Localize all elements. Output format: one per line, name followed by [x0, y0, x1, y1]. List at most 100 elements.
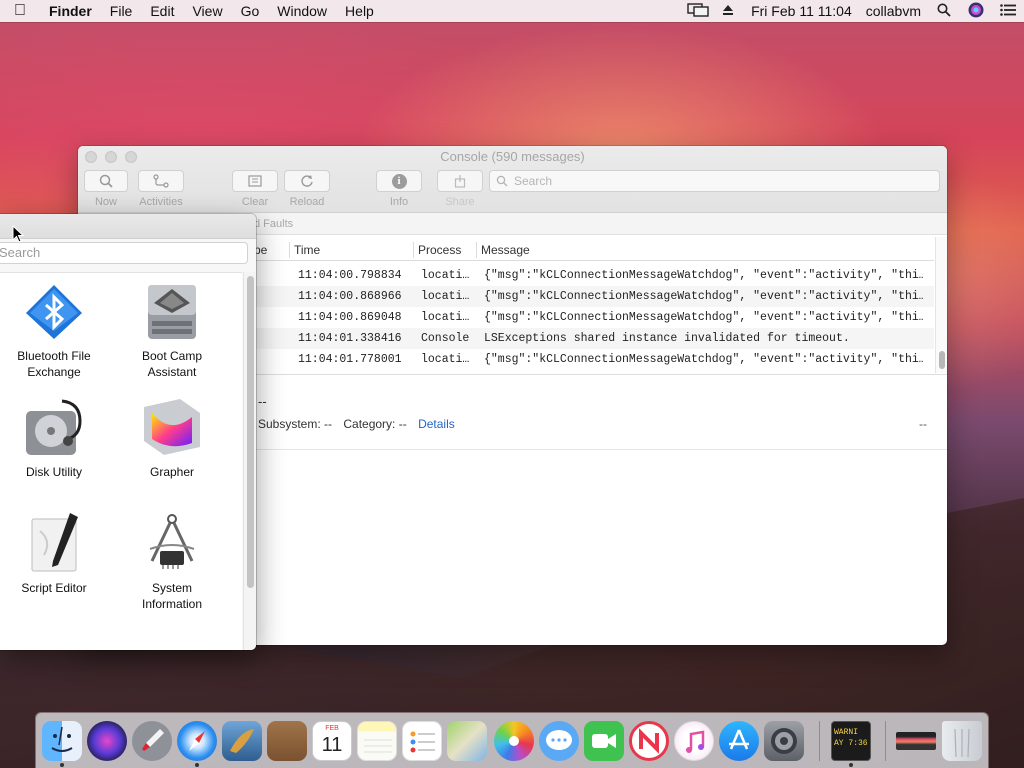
- notification-center-icon[interactable]: [999, 3, 1017, 19]
- airplay-display-icon[interactable]: [687, 2, 709, 20]
- col-type[interactable]: pe: [254, 242, 288, 258]
- dock-reminders-icon[interactable]: [402, 721, 442, 761]
- siri-icon[interactable]: [967, 2, 985, 21]
- dock-facetime-icon[interactable]: [584, 721, 624, 761]
- menu-clock[interactable]: Fri Feb 11 11:04: [751, 3, 852, 19]
- activities-button[interactable]: Activities: [138, 170, 184, 208]
- dock-news-icon[interactable]: [629, 721, 669, 761]
- now-button[interactable]: Now: [84, 170, 128, 208]
- share-label: Share: [445, 196, 475, 208]
- detail-category: Category: --: [343, 417, 407, 431]
- mouse-pointer-icon: [12, 225, 24, 243]
- row-message: {"msg":"kCLConnectionMessageWatchdog", "…: [484, 311, 924, 324]
- console-search-input[interactable]: Search: [489, 170, 940, 192]
- reload-button[interactable]: Reload: [284, 170, 330, 208]
- share-icon: [437, 170, 483, 192]
- activities-label: Activities: [139, 196, 183, 208]
- row-message: LSExceptions shared instance invalidated…: [484, 332, 850, 345]
- col-time[interactable]: Time: [289, 242, 413, 258]
- utilities-search-input[interactable]: Search: [0, 242, 248, 264]
- detail-trailing: --: [919, 417, 927, 431]
- reload-label: Reload: [289, 196, 325, 208]
- dock-console-icon[interactable]: WARNI AY 7:36: [831, 721, 871, 761]
- log-scrollbar[interactable]: [935, 237, 947, 373]
- dock-launchpad-icon[interactable]: [132, 721, 172, 761]
- eject-icon[interactable]: [719, 3, 737, 19]
- details-link[interactable]: Details: [418, 417, 455, 431]
- share-button[interactable]: Share: [437, 170, 483, 208]
- clear-button[interactable]: Clear: [232, 170, 278, 208]
- row-message: {"msg":"kCLConnectionMessageWatchdog", "…: [484, 290, 924, 303]
- dock-minimized-window-icon[interactable]: [896, 732, 936, 750]
- menu-window[interactable]: Window: [268, 3, 336, 19]
- utilities-scrollbar[interactable]: [243, 272, 256, 650]
- col-process[interactable]: Process: [413, 242, 477, 258]
- search-icon: [496, 171, 508, 193]
- app-grapher[interactable]: Grapher: [113, 395, 231, 480]
- row-time: 11:04:00.869048: [298, 311, 402, 324]
- dock-itunes-icon[interactable]: [674, 721, 714, 761]
- col-message[interactable]: Message: [476, 242, 926, 258]
- console-search-placeholder: Search: [514, 174, 553, 188]
- dock-finder-icon[interactable]: [42, 721, 82, 761]
- app-bluetooth-file-exchange[interactable]: Bluetooth File Exchange: [0, 279, 113, 380]
- console-title: Console (590 messages): [440, 149, 585, 164]
- menu-app-name[interactable]: Finder: [40, 3, 101, 19]
- dock-siri-icon[interactable]: [87, 721, 127, 761]
- menu-file[interactable]: File: [101, 3, 142, 19]
- console-running-indicator: [849, 763, 853, 767]
- log-scrollbar-thumb[interactable]: [939, 351, 945, 369]
- app-label: Disk Utility: [26, 465, 82, 479]
- info-button[interactable]: i Info: [376, 170, 422, 208]
- calendar-day: 11: [321, 734, 343, 756]
- app-script-editor[interactable]: Script Editor: [0, 511, 113, 596]
- app-label: Assistant: [147, 365, 197, 379]
- detail-meta: Subsystem: -- Category: -- Details: [258, 417, 455, 431]
- finder-running-indicator: [60, 763, 64, 767]
- app-boot-camp-assistant[interactable]: Boot Camp Assistant: [113, 279, 231, 380]
- dock-contacts-icon[interactable]: [267, 721, 307, 761]
- utilities-titlebar: [0, 214, 256, 239]
- app-label: Grapher: [149, 465, 195, 479]
- row-message: {"msg":"kCLConnectionMessageWatchdog", "…: [484, 353, 924, 366]
- dock-calendar-icon[interactable]: FEB 11: [312, 721, 352, 761]
- filter-faults-label[interactable]: d Faults: [254, 218, 293, 230]
- script-editor-icon: [22, 511, 86, 575]
- row-process: locati…: [421, 290, 470, 303]
- row-time: 11:04:01.778001: [298, 353, 402, 366]
- info-label: Info: [389, 196, 409, 208]
- apple-menu-icon[interactable]: : [0, 2, 40, 20]
- dock-photos-icon[interactable]: [494, 721, 534, 761]
- disk-utility-icon: [22, 395, 86, 459]
- app-system-information[interactable]: System Information: [113, 511, 231, 612]
- app-label: Information: [141, 597, 203, 611]
- menu-edit[interactable]: Edit: [141, 3, 183, 19]
- row-time: 11:04:00.798834: [298, 269, 402, 282]
- clear-icon: [232, 170, 278, 192]
- utilities-scrollbar-thumb[interactable]: [247, 276, 254, 588]
- row-process: locati…: [421, 269, 470, 282]
- app-disk-utility[interactable]: Disk Utility: [0, 395, 113, 480]
- dock-app-store-icon[interactable]: [719, 721, 759, 761]
- dock-messages-icon[interactable]: [539, 721, 579, 761]
- menu-bar:  Finder File Edit View Go Window Help F…: [0, 0, 1024, 22]
- dock-system-preferences-icon[interactable]: [764, 721, 804, 761]
- dock-maps-icon[interactable]: [447, 721, 487, 761]
- dock-trash-icon[interactable]: [942, 721, 982, 761]
- row-process: Console: [421, 332, 470, 345]
- dock-notes-icon[interactable]: [357, 721, 397, 761]
- menu-view[interactable]: View: [183, 3, 231, 19]
- dock-mail-icon[interactable]: [222, 721, 262, 761]
- bluetooth-icon: [22, 279, 86, 343]
- console-icon-text: AY 7:36: [834, 739, 868, 748]
- calendar-month: FEB: [325, 725, 339, 732]
- menu-go[interactable]: Go: [232, 3, 269, 19]
- row-time: 11:04:00.868966: [298, 290, 402, 303]
- menu-user[interactable]: collabvm: [866, 3, 921, 19]
- menu-help[interactable]: Help: [336, 3, 383, 19]
- spotlight-search-icon[interactable]: [935, 3, 953, 20]
- dock-safari-icon[interactable]: [177, 721, 217, 761]
- console-icon-text: WARNI: [834, 728, 859, 737]
- detail-header: --: [258, 394, 267, 409]
- dock-separator: [819, 721, 820, 761]
